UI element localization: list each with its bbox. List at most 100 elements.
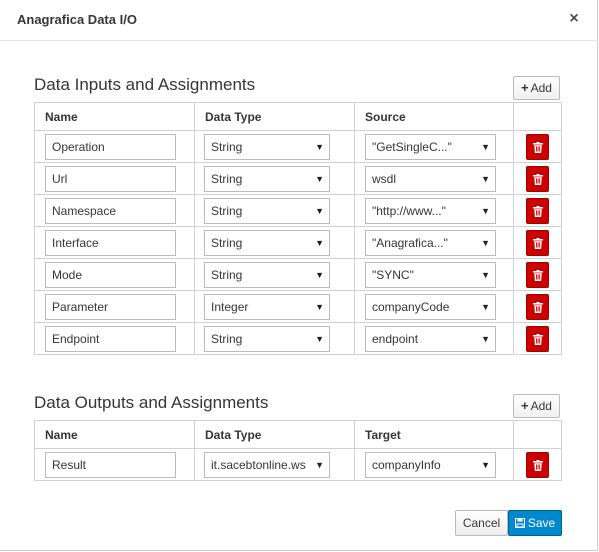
source-cell: "GetSingleC..." ▼ [354,130,514,163]
name-input[interactable] [45,197,176,224]
table-row: String ▼ "http://www..." ▼ [34,194,562,227]
actions-cell [513,258,562,291]
actions-cell [513,226,562,259]
name-cell [34,226,195,259]
column-header-source: Source [354,102,514,131]
source-value: companyCode [372,299,450,314]
data-type-select[interactable]: String ▼ [204,325,330,352]
source-select[interactable]: endpoint ▼ [365,325,496,352]
source-value: "GetSingleC..." [372,139,452,154]
delete-row-button[interactable] [526,229,549,256]
add-output-button[interactable]: + Add [513,394,560,418]
name-cell [34,130,195,163]
caret-down-icon: ▼ [479,198,490,223]
name-input[interactable] [45,133,176,160]
data-type-cell: String ▼ [194,322,355,355]
source-select[interactable]: wsdl ▼ [365,165,496,192]
actions-cell [513,162,562,195]
name-input[interactable] [45,293,176,320]
add-output-label: Add [530,399,552,413]
data-type-value: String [211,267,243,282]
table-row: String ▼ "Anagrafica..." ▼ [34,226,562,259]
inputs-table: Name Data Type Source String▼"GetSingleC… [34,102,562,355]
caret-down-icon: ▼ [479,262,490,287]
add-input-button[interactable]: + Add [513,76,560,100]
name-input[interactable] [45,261,176,288]
trash-icon [533,141,543,153]
source-cell: endpoint ▼ [354,322,514,355]
source-cell: "Anagrafica..." ▼ [354,226,514,259]
source-select[interactable]: companyCode ▼ [365,293,496,320]
data-type-select[interactable]: Integer ▼ [204,293,330,320]
column-header-target: Target [354,420,514,449]
delete-row-button[interactable] [526,165,549,192]
data-type-cell: String ▼ [194,258,355,291]
save-label: Save [527,516,556,530]
name-input[interactable] [45,451,176,478]
name-cell [34,448,195,481]
caret-down-icon: ▼ [313,294,324,319]
source-value: "http://www..." [372,203,446,218]
caret-down-icon: ▼ [313,230,324,255]
name-input[interactable] [45,229,176,256]
inputs-section-title: Data Inputs and Assignments [34,75,256,94]
caret-down-icon: ▼ [479,452,490,477]
table-row: Integer ▼ companyCode ▼ [34,290,562,323]
cancel-button[interactable]: Cancel [455,510,508,536]
source-select[interactable]: "http://www..." ▼ [365,197,496,224]
table-row: String ▼ "SYNC" ▼ [34,258,562,291]
actions-cell [513,448,562,481]
data-type-cell: Integer ▼ [194,290,355,323]
delete-row-button[interactable] [526,325,549,352]
delete-row-button[interactable] [526,293,549,320]
data-type-select[interactable]: String ▼ [204,261,330,288]
target-select[interactable]: companyInfo ▼ [365,451,496,478]
name-cell [34,194,195,227]
close-icon[interactable]: × [567,10,581,28]
delete-row-button[interactable] [526,261,549,288]
caret-down-icon: ▼ [479,294,490,319]
name-input[interactable] [45,165,176,192]
trash-icon [533,459,543,471]
plus-icon: + [521,80,529,95]
delete-row-button[interactable] [526,197,549,224]
data-type-select[interactable]: String ▼ [204,165,330,192]
data-type-select[interactable]: String ▼ [204,229,330,256]
source-select[interactable]: "SYNC" ▼ [365,261,496,288]
delete-row-button[interactable] [526,133,549,160]
delete-row-button[interactable] [526,451,549,478]
name-input[interactable] [45,325,176,352]
source-value: "Anagrafica..." [372,235,448,250]
column-header-actions [513,420,562,449]
column-header-actions [513,102,562,131]
data-type-value: String [211,203,243,218]
data-type-value: String [211,331,243,346]
name-cell [34,322,195,355]
data-type-select[interactable]: String ▼ [204,197,330,224]
save-button[interactable]: Save [508,510,562,536]
name-cell [34,290,195,323]
source-select[interactable]: "Anagrafica..." ▼ [365,229,496,256]
source-select[interactable]: "GetSingleC..." ▼ [365,133,496,160]
caret-down-icon: ▼ [479,166,490,191]
table-row: String ▼ "GetSingleC..." ▼ [34,130,562,163]
dialog-title: Anagrafica Data I/O [17,12,137,27]
caret-down-icon: ▼ [313,166,324,191]
data-type-select[interactable]: it.sacebtonline.ws ▼ [204,451,330,478]
trash-icon [533,333,543,345]
source-cell: "http://www..." ▼ [354,194,514,227]
data-type-select[interactable]: String ▼ [204,133,330,160]
dialog-header: Anagrafica Data I/O × [0,0,598,41]
data-type-value: String [211,235,243,250]
name-cell [34,162,195,195]
source-value: endpoint [372,331,419,346]
caret-down-icon: ▼ [313,198,324,223]
actions-cell [513,130,562,163]
table-row: String ▼ endpoint ▼ [34,322,562,355]
outputs-header-row: Name Data Type Target [34,420,562,449]
source-cell: "SYNC" ▼ [354,258,514,291]
add-input-label: Add [530,81,552,95]
caret-down-icon: ▼ [479,230,490,255]
floppy-disk-icon [514,518,525,528]
source-value: wsdl [372,171,397,186]
